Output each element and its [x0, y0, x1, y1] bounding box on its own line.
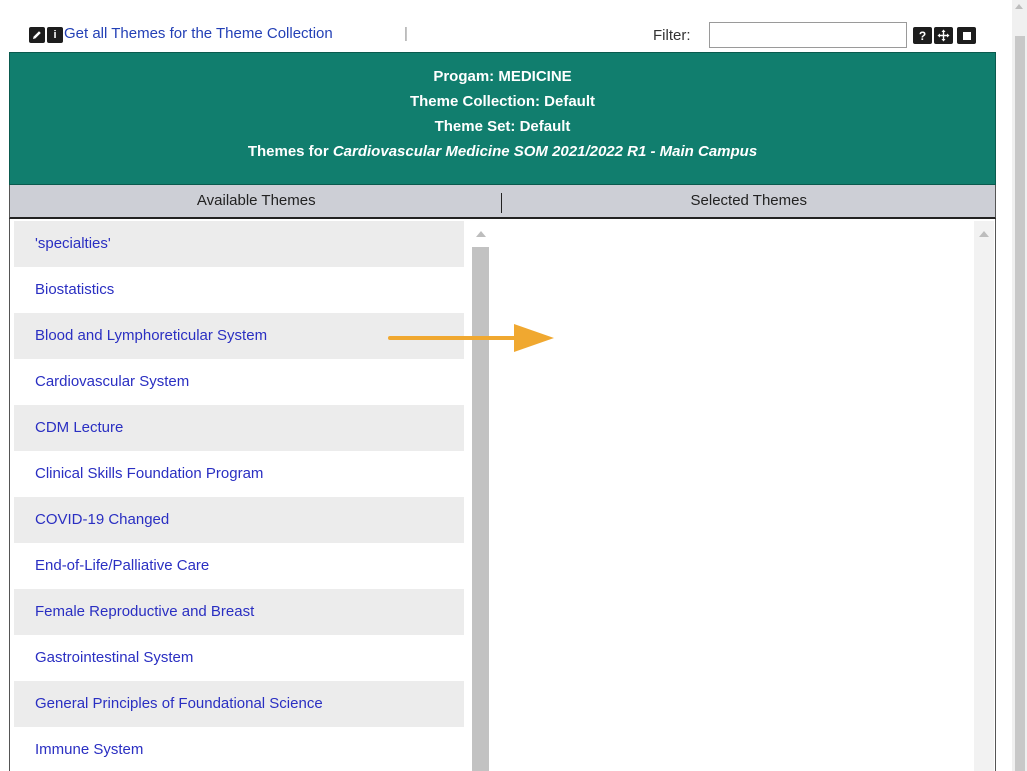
get-all-themes-link[interactable]: Get all Themes for the Theme Collection: [64, 25, 333, 42]
filter-label: Filter:: [653, 27, 691, 44]
right-arrow-icon: [388, 324, 554, 352]
available-themes-list[interactable]: 'specialties' Biostatistics Blood and Lymp…: [14, 221, 464, 771]
theme-list-item[interactable]: End-of-Life/Palliative Care: [14, 543, 464, 589]
page-scroll-up-icon[interactable]: [1015, 4, 1023, 9]
pencil-icon[interactable]: [29, 27, 45, 43]
help-glyph: ?: [918, 28, 927, 43]
available-list-scrollbar[interactable]: [470, 221, 490, 771]
theme-list-item[interactable]: Cardiovascular System: [14, 359, 464, 405]
available-themes-heading: Available Themes: [196, 192, 316, 209]
theme-list-item[interactable]: Clinical Skills Foundation Program: [14, 451, 464, 497]
filter-input[interactable]: [709, 22, 907, 48]
themes-for-line: Themes for Cardiovascular Medicine SOM 2…: [10, 139, 995, 164]
theme-set: Theme Set: Default: [434, 118, 571, 135]
theme-list-item[interactable]: Gastrointestinal System: [14, 635, 464, 681]
column-headers: Available Themes Selected Themes: [9, 185, 996, 219]
theme-list-item[interactable]: 'specialties': [14, 221, 464, 267]
info-glyph: i: [53, 29, 57, 41]
theme-collection: Theme Collection: Default: [409, 93, 596, 110]
column-divider: [501, 193, 502, 213]
toolbar: i Get all Themes for the Theme Collectio…: [0, 0, 1012, 52]
program-header: Progam: MEDICINE Theme Collection: Defau…: [9, 52, 996, 185]
theme-list-item[interactable]: COVID-19 Changed: [14, 497, 464, 543]
scroll-up-icon[interactable]: [979, 231, 989, 237]
themes-for-prefix: Themes for: [247, 143, 329, 160]
themes-panel: 'specialties' Biostatistics Blood and Lymp…: [9, 219, 996, 771]
page-scrollbar-thumb[interactable]: [1015, 36, 1025, 771]
theme-list-item[interactable]: CDM Lecture: [14, 405, 464, 451]
theme-list-item[interactable]: General Principles of Foundational Scien…: [14, 681, 464, 727]
theme-list-item[interactable]: Female Reproductive and Breast: [14, 589, 464, 635]
move-icon[interactable]: [934, 27, 953, 44]
course-name: Cardiovascular Medicine SOM 2021/2022 R1…: [332, 143, 758, 160]
theme-list-item[interactable]: Immune System: [14, 727, 464, 771]
scroll-up-icon[interactable]: [476, 231, 486, 237]
selected-list-scrollbar[interactable]: [974, 221, 994, 771]
program-name: Progam: MEDICINE: [433, 68, 572, 85]
selected-themes-heading: Selected Themes: [690, 192, 807, 209]
page-scrollbar[interactable]: [1012, 0, 1027, 771]
help-icon[interactable]: ?: [913, 27, 932, 44]
theme-list-item[interactable]: Biostatistics: [14, 267, 464, 313]
square-icon[interactable]: [957, 27, 976, 44]
info-icon[interactable]: i: [47, 27, 63, 43]
toolbar-separator: |: [404, 25, 408, 42]
